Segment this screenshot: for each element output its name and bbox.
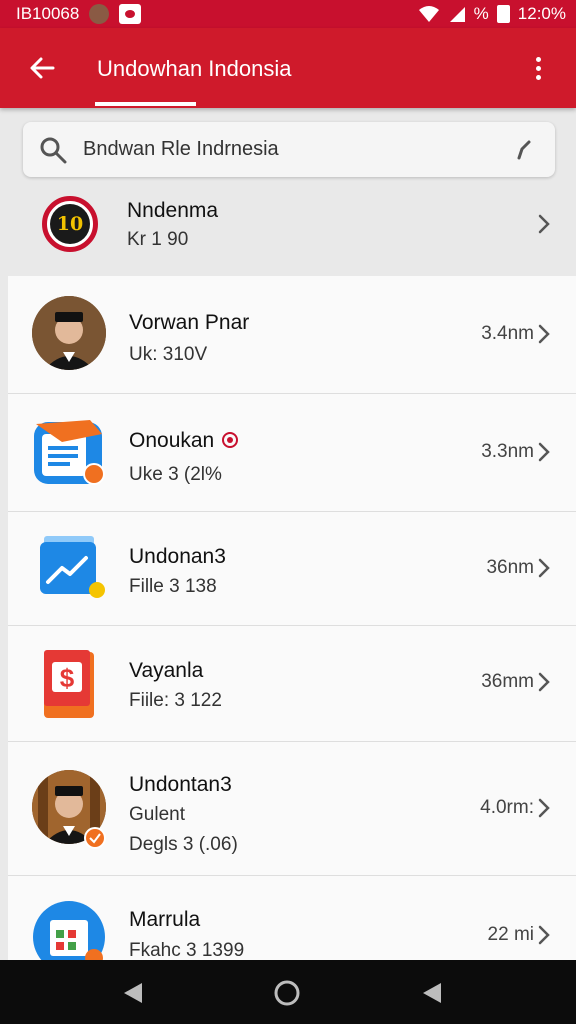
badge-icon: [84, 827, 106, 849]
file-list: Vorwan Pnar Uk: 310V 3.4nm Onoukan Uke 3…: [8, 276, 576, 960]
item-title: Vayanla: [129, 659, 204, 682]
battery-text: %: [473, 4, 489, 23]
page-title: Undowhan Indonsia: [97, 56, 292, 81]
notification-avatar-icon: [89, 4, 110, 24]
list-item[interactable]: Undontan3 Gulent Degls 3 (.06) 4.0rm:: [8, 742, 576, 876]
spreadsheet-app-icon: [32, 900, 106, 960]
item-title: Onoukan: [129, 429, 215, 452]
dollar-app-icon: $: [32, 646, 106, 720]
nav-recents-button[interactable]: [414, 976, 450, 1010]
item-subtitle: Uke 3 (2l%: [129, 464, 222, 485]
status-carrier-text: IB10068: [16, 4, 80, 23]
item-subtitle: Uk: 310V: [129, 344, 208, 365]
search-bar: [23, 122, 555, 177]
voice-search-button[interactable]: [509, 135, 539, 165]
list-item[interactable]: Vorwan Pnar Uk: 310V 3.4nm: [8, 276, 576, 394]
chevron-right-icon: [538, 324, 550, 344]
list-item[interactable]: Marrula Fkahc 3 1399 22 mi: [8, 876, 576, 960]
logo-text: 10: [50, 204, 90, 244]
avatar-man-icon: [32, 296, 106, 370]
header-list-item[interactable]: 10 Nndenma Kr 1 90: [0, 188, 576, 276]
overflow-menu-button[interactable]: [518, 48, 558, 88]
item-size: 36mm: [481, 671, 534, 692]
triangle-recents-icon: [423, 983, 441, 1003]
search-input[interactable]: [83, 138, 509, 161]
chevron-right-icon: [538, 798, 550, 818]
app-bar: Undowhan Indonsia: [0, 28, 576, 108]
chevron-right-icon: [538, 672, 550, 692]
item-title: Undonan3: [129, 545, 226, 568]
logo-10-icon: 10: [42, 196, 98, 252]
signal-icon: [449, 7, 465, 22]
more-vertical-icon: [535, 56, 541, 62]
list-item[interactable]: Undonan3 Fille 3 138 36nm: [8, 512, 576, 626]
item-size: 36nm: [486, 557, 534, 578]
item-size: 22 mi: [487, 924, 534, 945]
status-time: 12:0%: [517, 4, 566, 23]
header-item-title: Nndenma: [127, 199, 219, 222]
item-subtitle-secondary: Degls 3 (.06): [129, 834, 238, 855]
list-item[interactable]: $ Vayanla Fiile: 3 122 36mm: [8, 626, 576, 742]
item-size: 3.3nm: [481, 441, 534, 462]
arrow-left-icon: [30, 57, 55, 79]
circle-home-icon: [274, 980, 300, 1006]
item-size: 4.0rm:: [480, 797, 534, 818]
chevron-right-icon: [538, 925, 550, 945]
search-icon: [40, 137, 67, 163]
system-nav-bar: [0, 960, 576, 1024]
item-subtitle: Fkahc 3 1399: [129, 940, 245, 960]
battery-icon: [496, 5, 510, 23]
wifi-icon: [418, 6, 439, 22]
item-subtitle: Fille 3 138: [129, 576, 217, 597]
chart-app-icon: [32, 534, 106, 608]
nav-back-button[interactable]: [115, 976, 151, 1010]
nav-home-button[interactable]: [269, 976, 305, 1010]
item-title: Vorwan Pnar: [129, 311, 250, 334]
svg-text:$: $: [60, 663, 75, 693]
item-title: Undontan3: [129, 773, 232, 796]
item-subtitle: Fiile: 3 122: [129, 690, 222, 711]
notification-app-icon: [119, 4, 142, 24]
item-size: 3.4nm: [481, 323, 534, 344]
triangle-back-icon: [124, 983, 142, 1003]
active-tab-indicator: [95, 102, 196, 106]
item-title: Marrula: [129, 908, 201, 931]
document-app-icon: [32, 416, 106, 490]
header-item-subtitle: Kr 1 90: [127, 229, 189, 250]
chevron-right-icon: [538, 442, 550, 462]
item-subtitle: Gulent: [129, 804, 185, 825]
chevron-right-icon: [538, 558, 550, 578]
back-button[interactable]: [22, 48, 62, 88]
status-bar: IB10068 % 12:0%: [0, 0, 576, 28]
chevron-right-icon: [538, 214, 550, 234]
voice-search-icon: [517, 140, 531, 159]
status-dot-icon: [222, 432, 238, 448]
list-item[interactable]: Onoukan Uke 3 (2l% 3.3nm: [8, 394, 576, 512]
